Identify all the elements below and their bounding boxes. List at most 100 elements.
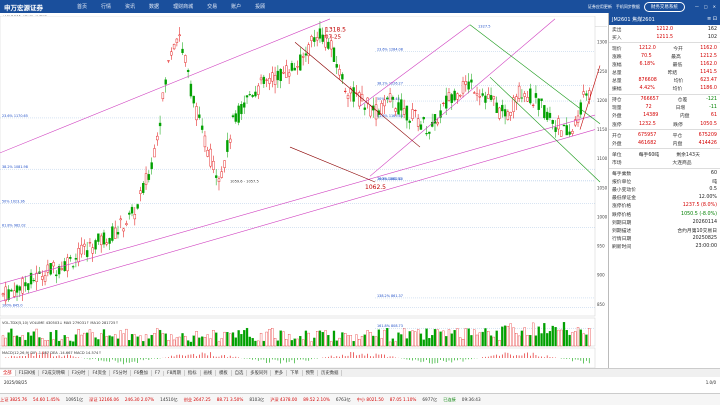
minimize-icon[interactable]: — [695,4,699,9]
volume-bar [355,334,358,347]
volume-bar [346,335,350,347]
bottom-tab-5[interactable]: F5分时 [110,370,132,376]
candle-body [394,108,397,112]
candle-body [15,285,19,293]
volume-bar [380,338,383,347]
volume-bar [189,341,193,347]
bottom-tab-6[interactable]: F6叠加 [131,370,152,376]
bottom-tab-17[interactable]: 历史数据 [318,370,343,376]
candle-body [74,258,78,260]
rows4-cell: 每手60吨 [638,152,660,158]
menu-item-7[interactable]: 投顾 [248,3,272,10]
candle-body [226,140,229,152]
volume-bar [456,328,459,347]
bottom-tab-10[interactable]: 画线 [201,370,217,376]
rows1-cell: 623.47 [700,78,717,84]
rows1-row: 总量 昨结 1141.5 [609,68,720,76]
volume-bar [445,336,448,347]
volume-bar [29,335,33,347]
candle-body [329,40,333,50]
candle-body [509,112,512,116]
candle-body [293,67,296,71]
rows2-cell: 1050.5 [700,121,717,127]
rows3-cell: 461682 [637,140,657,146]
bottom-tab-9[interactable]: 指标 [185,370,201,376]
candle-body [43,275,47,282]
trade-system-button[interactable]: 财务交易系统 [643,1,685,12]
volume-bar [259,332,263,347]
candle-body [122,228,125,232]
fib-label: 161.8% 808.73 [377,324,403,328]
volume-bar [313,337,316,347]
volume-bar [557,329,560,347]
candle-body [198,114,201,118]
update-link[interactable]: 证券应用更新 [588,4,612,10]
candle-body [108,238,111,244]
volume-bar [428,338,431,347]
candle-body [332,47,336,62]
contract-info-row: 到期描述 合约月第10交易日 [612,228,717,234]
bottom-tab-1[interactable]: F1日K线 [16,370,40,376]
candle-body [380,103,383,115]
bottom-tab-14[interactable]: 更多 [271,370,288,376]
rows1-row: 涨幅 6.18% 最低 1162.0 [609,60,720,68]
axis-tick: 900 [597,273,605,278]
maximize-icon[interactable]: □ [704,4,708,9]
bottom-tab-11[interactable]: 模板 [216,370,232,376]
bottom-tab-3[interactable]: F3分时 [69,370,90,376]
rows3-cell: 内盘 [672,141,683,147]
candle-body [436,122,439,125]
volume-bar [400,334,403,347]
candle-body [259,77,263,81]
bottom-tab-13[interactable]: 多股同列 [247,370,272,376]
main-menu: 首页 行情 资讯 数据 理财商城 交易 账户 投顾 [70,3,588,10]
menu-item-0[interactable]: 首页 [70,3,94,10]
kline-chart[interactable]: 130012501200115011001050100095090085023.… [0,15,608,377]
bottom-tab-2[interactable]: F2成交明细 [39,370,69,376]
bottom-tab-12[interactable]: 自选 [232,370,248,376]
buy-volume: 102 [707,34,717,40]
volume-bar [18,336,21,347]
bottom-tab-4[interactable]: F4资金 [89,370,111,376]
status-item: 88.71 3.50% [216,397,244,402]
candle-body [71,266,75,268]
volume-bar [1,335,5,347]
candle-body [346,95,350,99]
candle-body [484,95,487,103]
fib-label: 138.2% 861.37 [377,294,403,298]
volume-bar [186,340,190,347]
menu-item-6[interactable]: 账户 [224,3,248,10]
menu-item-1[interactable]: 行情 [94,3,118,10]
bottom-tab-7[interactable]: F7 [152,370,165,376]
candle-body [523,93,526,97]
bottom-tab-15[interactable]: 下单 [287,370,303,376]
volume-bar [150,334,153,347]
menu-item-5[interactable]: 交易 [200,3,224,10]
volume-bar [7,332,10,347]
rows2-cell: 仓差 [677,98,688,104]
candle-body [279,68,282,82]
bottom-tab-16[interactable]: 预警 [303,370,319,376]
volume-bar [282,331,285,347]
rows2-cell: 持仓 [612,98,622,104]
candle-body [456,93,459,100]
bottom-tab-8[interactable]: F8周期 [164,370,185,376]
close-icon[interactable]: ✕ [713,4,716,9]
side-controls-icon[interactable]: ≡ ⊡ [707,16,717,22]
kline-chart-area[interactable]: 1300 1250 1200 1150 1100 1050 1000 950 900 850 23.… [0,15,608,377]
fib-label: 61.8% 982.02 [2,223,26,227]
status-item: 创业 2647.25 [183,396,211,402]
macd-indicator-label: MACD(12,26,9) DIF -1.187 DEA -14.667 MAC… [2,351,101,355]
sync-link[interactable]: 手机同步数据 [616,4,640,10]
volume-bar [574,331,577,347]
volume-bar [523,327,526,347]
menu-item-3[interactable]: 数据 [142,3,166,10]
volume-bar [467,328,470,347]
status-item: 246.30 2.07% [124,397,155,402]
bottom-tab-0[interactable]: 全部 [0,370,16,376]
candle-body [433,114,437,124]
menu-item-2[interactable]: 资讯 [118,3,142,10]
menu-item-4[interactable]: 理财商城 [166,3,200,10]
low-price-label: 1062.5 [365,184,386,191]
volume-bar [377,329,381,347]
